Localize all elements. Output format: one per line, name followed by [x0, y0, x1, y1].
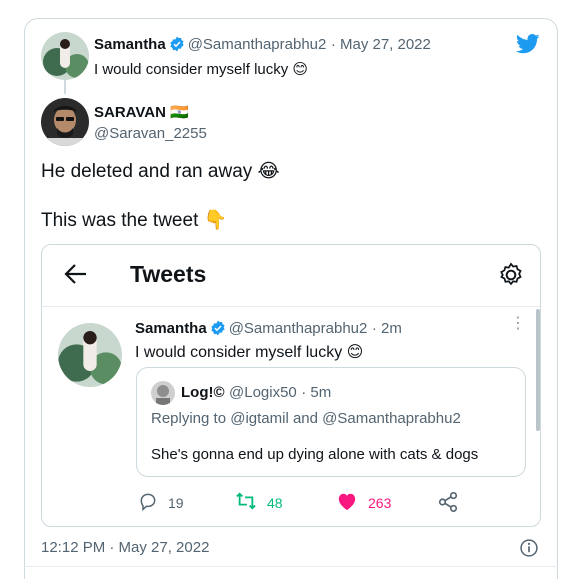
embedded-screenshot[interactable]: Tweets Samantha @Samanthaprabhu2 · 2m ⋮ I…	[41, 244, 541, 527]
quoted-header: Log!© @Logix50 · 5m	[181, 384, 331, 402]
like-count: 263	[368, 494, 392, 511]
reply-icon	[138, 491, 158, 514]
embed-header: Tweets	[42, 245, 540, 307]
verified-badge-icon	[210, 320, 226, 341]
quoted-replying-to: Replying to @igtamil and @Samanthaprabhu…	[151, 410, 461, 427]
back-arrow-icon	[64, 263, 88, 290]
original-tweet-text: I would consider myself lucky 😊	[94, 61, 309, 78]
like-action: 263	[336, 491, 391, 514]
embed-tweet-time: · 2m	[371, 320, 402, 337]
tweet-header: Samantha @Samanthaprabhu2 · May 27, 2022	[94, 36, 431, 57]
embed-author-handle: @Samanthaprabhu2	[228, 320, 368, 337]
tweet-date[interactable]: · May 27, 2022	[331, 36, 431, 53]
reply-text-line2: This was the tweet 👇	[41, 210, 228, 231]
reply-action: 19	[138, 491, 184, 514]
saravan-avatar[interactable]	[41, 98, 89, 146]
more-icon: ⋮	[510, 315, 526, 332]
reply-author-handle[interactable]: @Saravan_2255	[94, 125, 207, 142]
info-icon[interactable]	[519, 538, 539, 563]
share-icon	[437, 491, 459, 516]
reply-text-line1: He deleted and ran away 😂	[41, 161, 280, 182]
samantha-avatar[interactable]	[41, 32, 89, 80]
retweet-icon	[235, 491, 257, 514]
scrollbar	[536, 309, 540, 431]
twitter-bird-icon[interactable]	[515, 34, 540, 59]
tweet-timestamp[interactable]: 12:12 PM · May 27, 2022	[41, 539, 209, 556]
embed-title: Tweets	[130, 261, 207, 287]
quoted-text: She's gonna end up dying alone with cats…	[151, 446, 479, 463]
heart-icon	[336, 491, 358, 514]
quoted-author-handle: @Logix50	[229, 384, 297, 401]
gear-icon	[498, 262, 524, 293]
divider	[24, 566, 558, 567]
logix-avatar	[151, 381, 175, 405]
author-name[interactable]: Samantha	[94, 36, 166, 53]
thread-line	[64, 80, 66, 94]
reply-author-name[interactable]: SARAVAN 🇮🇳	[94, 103, 189, 121]
share-action	[437, 491, 459, 516]
embed-author-name: Samantha	[135, 320, 207, 337]
reply-count: 19	[168, 494, 184, 511]
retweet-action: 48	[235, 491, 283, 514]
author-handle[interactable]: @Samanthaprabhu2	[188, 36, 327, 53]
retweet-count: 48	[267, 494, 283, 511]
quoted-time: · 5m	[301, 384, 332, 401]
embed-tweet-header: Samantha @Samanthaprabhu2 · 2m	[135, 320, 402, 341]
quoted-tweet: Log!© @Logix50 · 5m Replying to @igtamil…	[136, 367, 526, 477]
verified-badge-icon	[169, 36, 185, 57]
quoted-author-name: Log!©	[181, 384, 225, 401]
embed-samantha-avatar	[58, 323, 122, 387]
embed-tweet-text: I would consider myself lucky 😊	[135, 344, 364, 361]
